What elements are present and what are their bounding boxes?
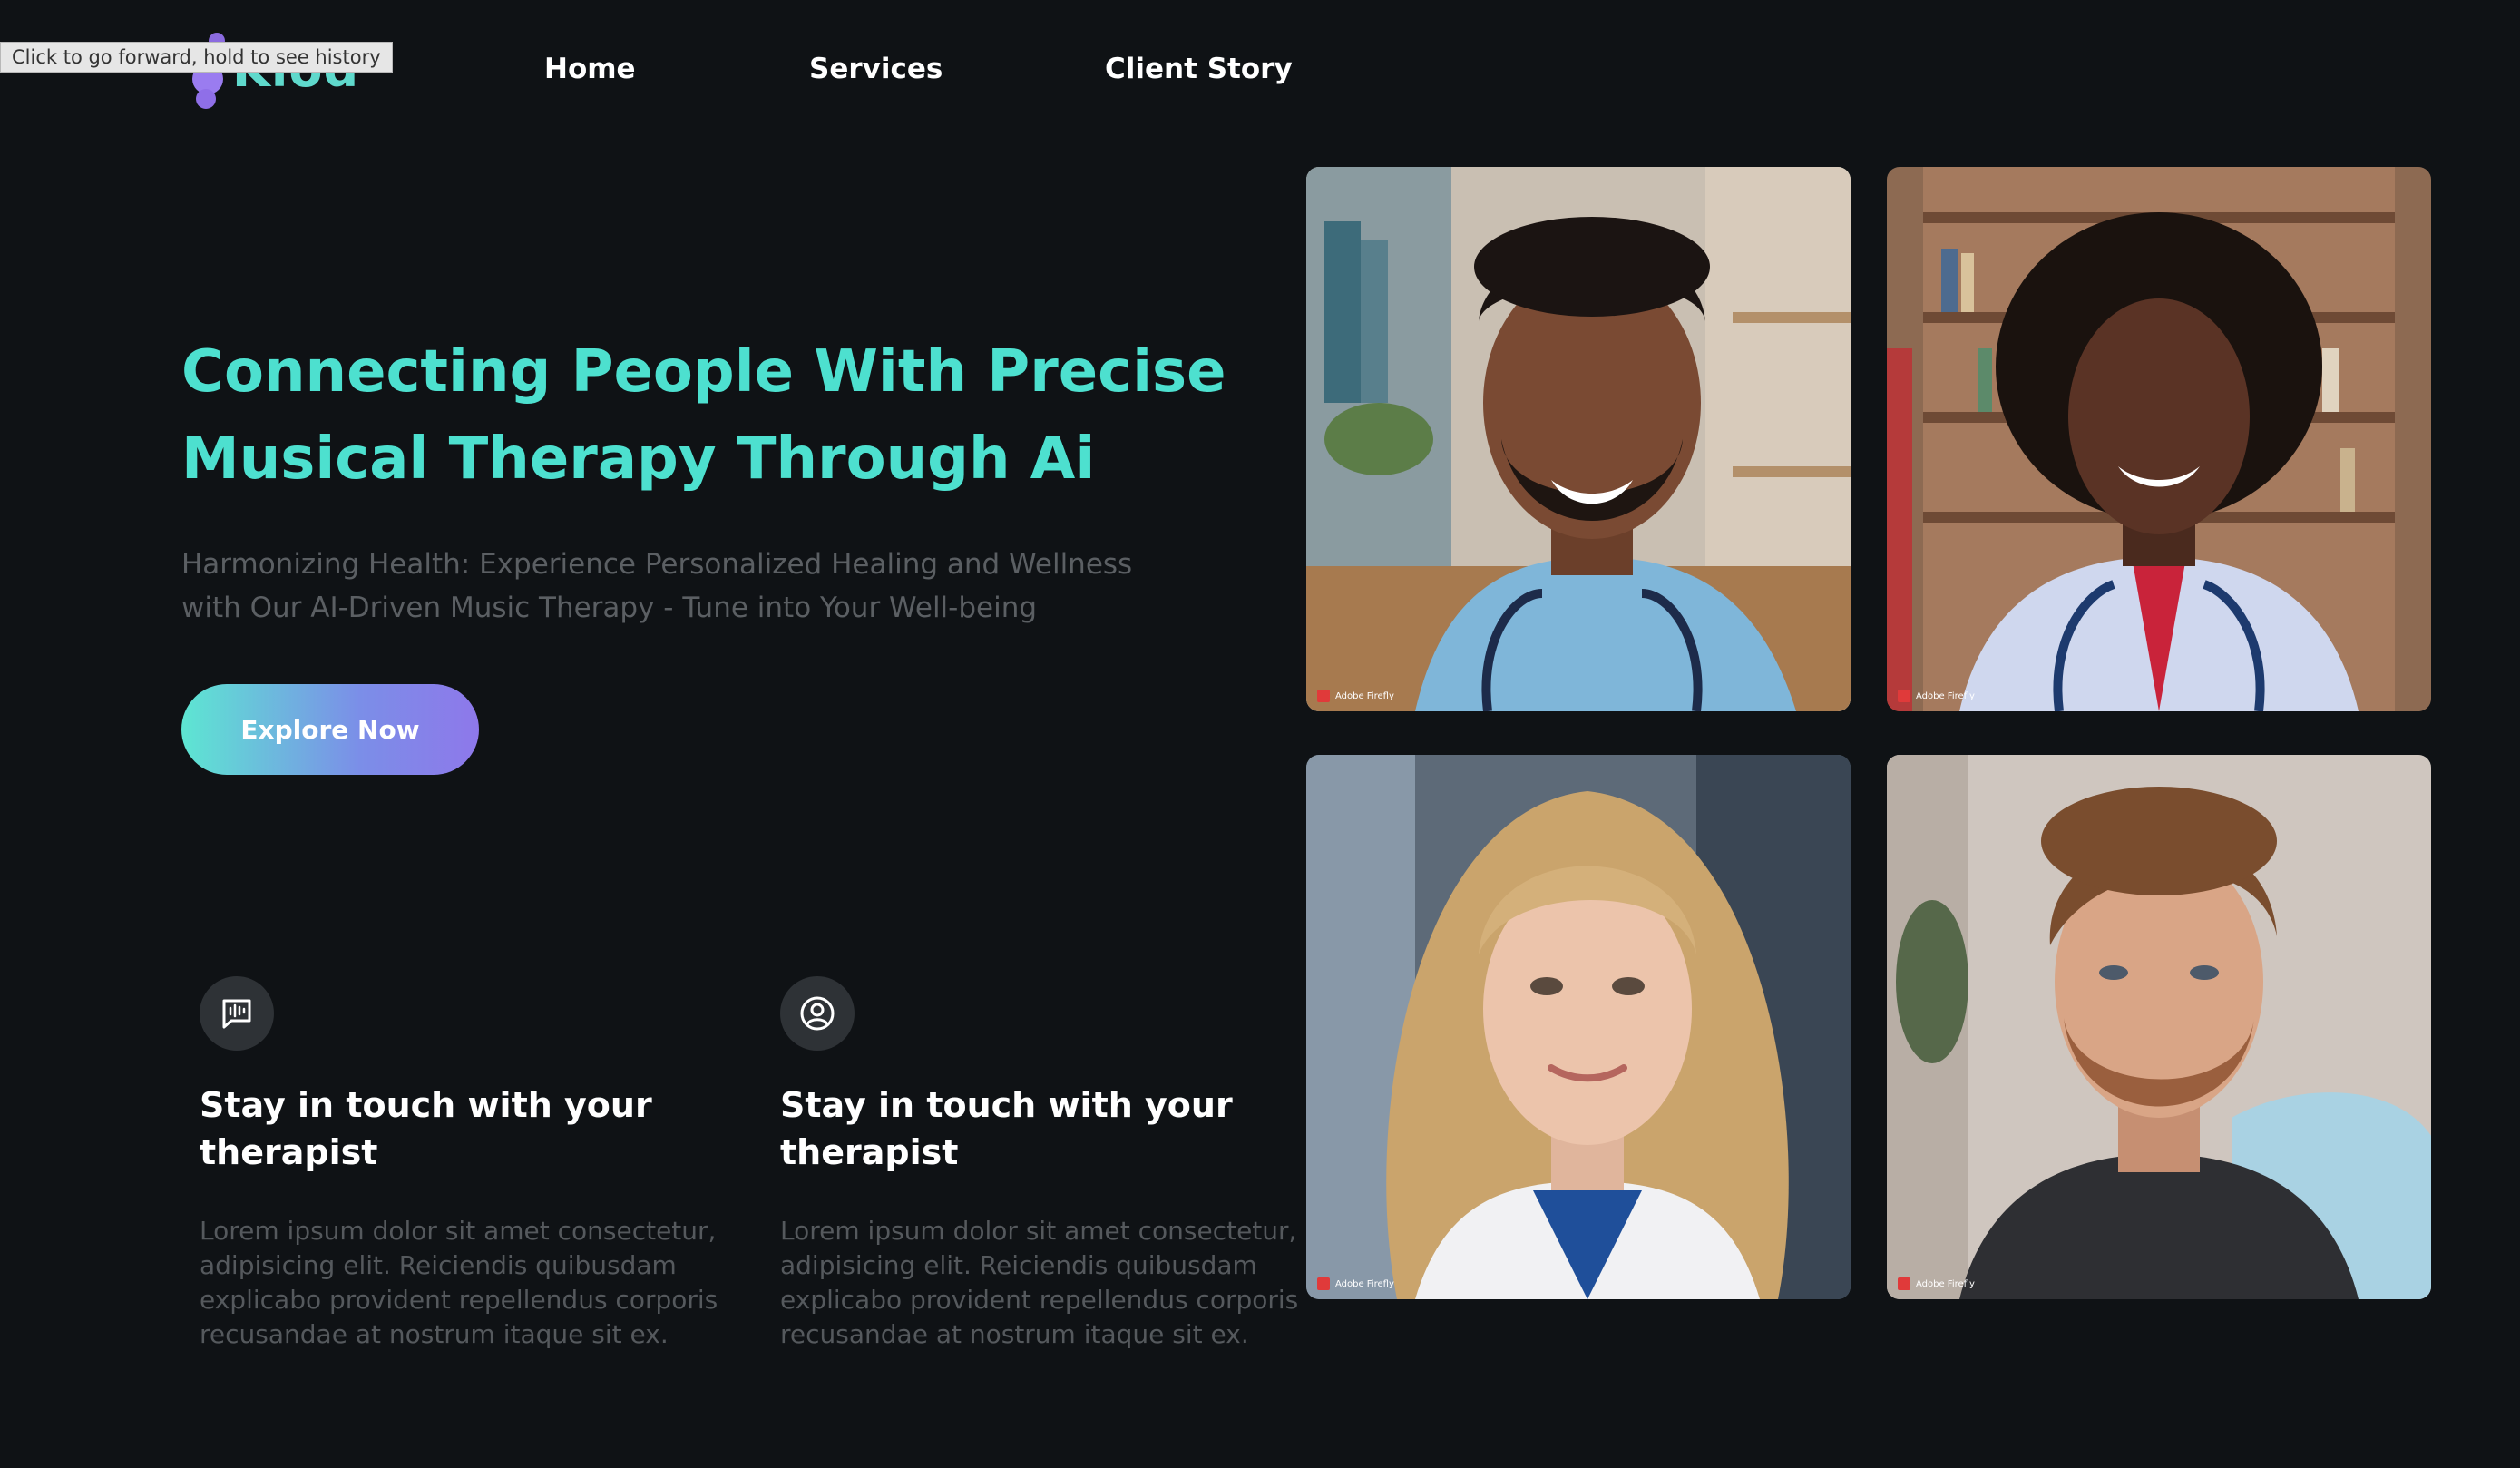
photo-badge-label: Adobe Firefly bbox=[1916, 1278, 1975, 1289]
photo-badge: Adobe Firefly bbox=[1898, 690, 1975, 702]
photo-badge: Adobe Firefly bbox=[1317, 1277, 1394, 1290]
user-circle-icon bbox=[780, 976, 855, 1051]
feature-card-1: Stay in touch with your therapist Lorem … bbox=[200, 976, 744, 1352]
feature-title-line-2: therapist bbox=[200, 1132, 378, 1172]
adobe-logo-icon bbox=[1898, 1277, 1910, 1290]
nav-home[interactable]: Home bbox=[544, 53, 636, 85]
feature-card-2: Stay in touch with your therapist Lorem … bbox=[780, 976, 1324, 1352]
message-waveform-icon bbox=[200, 976, 274, 1051]
feature-text: Lorem ipsum dolor sit amet consectetur, … bbox=[200, 1216, 718, 1349]
photo-badge: Adobe Firefly bbox=[1898, 1277, 1975, 1290]
photo-badge-label: Adobe Firefly bbox=[1335, 690, 1394, 701]
feature-title-line-2: therapist bbox=[780, 1132, 959, 1172]
hero-title-line-1: Connecting People With Precise bbox=[181, 338, 1226, 406]
therapist-photo-2: Adobe Firefly bbox=[1887, 167, 2431, 711]
therapist-photo-4: Adobe Firefly bbox=[1887, 755, 2431, 1299]
therapist-photo-1: Adobe Firefly bbox=[1306, 167, 1851, 711]
nav-services[interactable]: Services bbox=[809, 53, 943, 85]
feature-title: Stay in touch with your therapist bbox=[200, 1081, 708, 1176]
feature-text: Lorem ipsum dolor sit amet consectetur, … bbox=[780, 1216, 1299, 1349]
hero-subtitle: Harmonizing Health: Experience Personali… bbox=[181, 543, 1179, 630]
hero-subtitle-line-1: Harmonizing Health: Experience Personali… bbox=[181, 548, 1133, 581]
adobe-logo-icon bbox=[1898, 690, 1910, 702]
page: Kiod Click to go forward, hold to see hi… bbox=[0, 0, 2520, 1468]
browser-tooltip: Click to go forward, hold to see history bbox=[0, 42, 393, 73]
hero-title-line-2: Musical Therapy Through Ai bbox=[181, 426, 1096, 493]
adobe-logo-icon bbox=[1317, 1277, 1330, 1290]
therapist-photo-3: Adobe Firefly bbox=[1306, 755, 1851, 1299]
photo-badge-label: Adobe Firefly bbox=[1335, 1278, 1394, 1289]
nav-client-story[interactable]: Client Story bbox=[1105, 53, 1293, 85]
adobe-logo-icon bbox=[1317, 690, 1330, 702]
hero-title: Connecting People With Precise Musical T… bbox=[181, 328, 1234, 503]
explore-now-button[interactable]: Explore Now bbox=[181, 684, 479, 775]
photo-badge: Adobe Firefly bbox=[1317, 690, 1394, 702]
feature-title-line-1: Stay in touch with your bbox=[200, 1085, 652, 1125]
hero-subtitle-line-2: with Our AI-Driven Music Therapy - Tune … bbox=[181, 592, 1038, 624]
feature-title: Stay in touch with your therapist bbox=[780, 1081, 1288, 1176]
photo-badge-label: Adobe Firefly bbox=[1916, 690, 1975, 701]
feature-title-line-1: Stay in touch with your bbox=[780, 1085, 1233, 1125]
